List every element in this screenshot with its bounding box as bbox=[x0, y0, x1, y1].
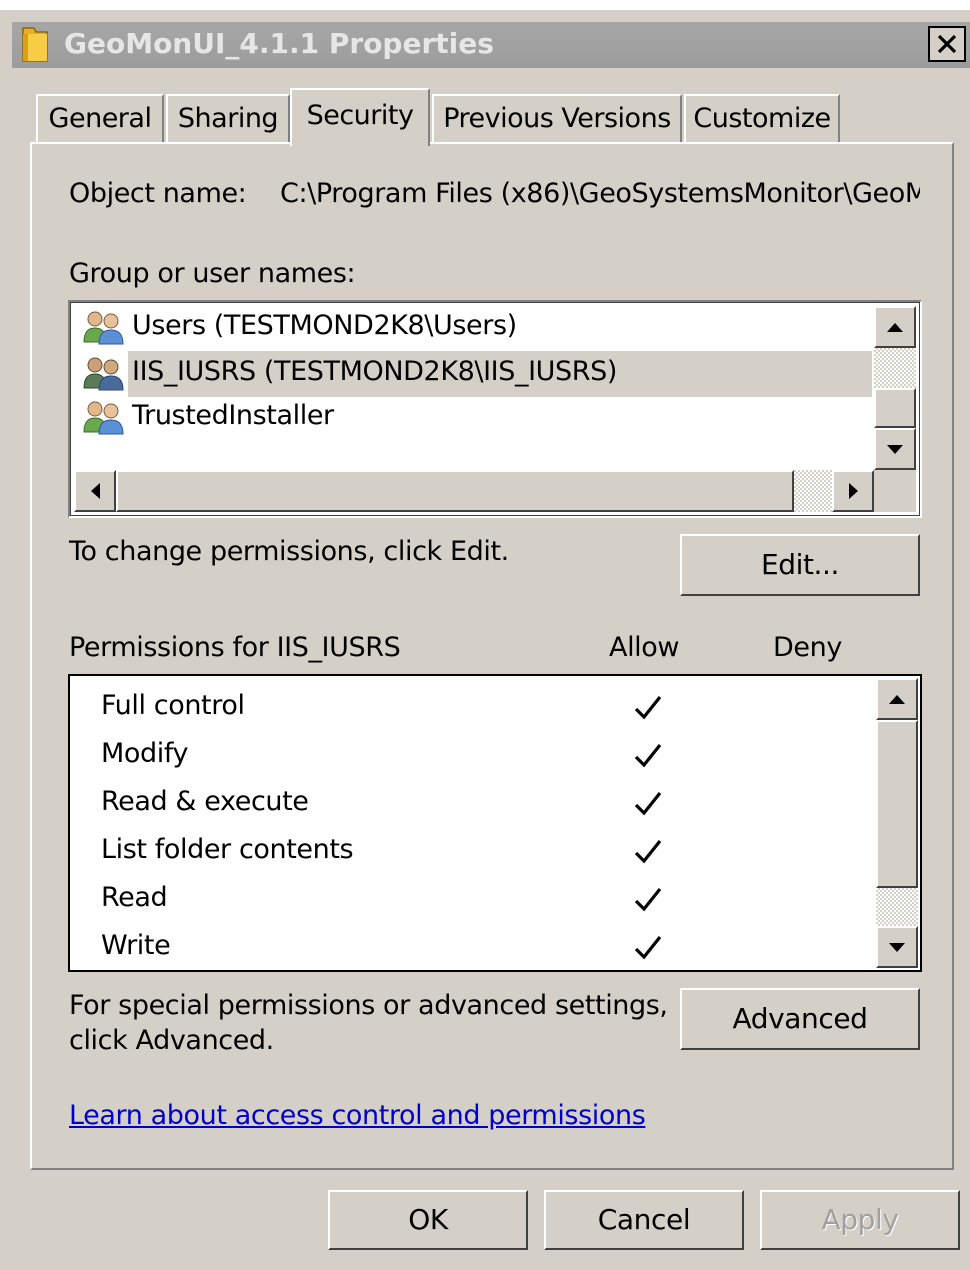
scrollbar-thumb[interactable] bbox=[116, 470, 794, 512]
user-group-icon bbox=[83, 357, 124, 391]
learn-access-control-link[interactable]: Learn about access control and permissio… bbox=[69, 1100, 646, 1131]
window-title: GeoMonUI_4.1.1 Properties bbox=[64, 27, 494, 60]
permission-name: List folder contents bbox=[101, 834, 354, 865]
apply-button[interactable]: Apply bbox=[760, 1190, 960, 1250]
advanced-hint-line2: click Advanced. bbox=[69, 1025, 274, 1056]
deny-column-header: Deny bbox=[773, 632, 842, 663]
tab-general[interactable]: General bbox=[36, 94, 164, 144]
ok-button[interactable]: OK bbox=[328, 1190, 528, 1250]
allow-check-icon bbox=[634, 744, 662, 768]
object-name-label: Object name: bbox=[69, 178, 247, 209]
permission-name: Full control bbox=[101, 690, 245, 721]
permission-name: Read bbox=[101, 882, 168, 913]
scrollbar-corner bbox=[874, 470, 916, 512]
scroll-up-button[interactable] bbox=[876, 678, 918, 720]
user-name: IIS_IUSRS (TESTMOND2K8\IIS_IUSRS) bbox=[132, 356, 617, 387]
allow-check-icon bbox=[634, 888, 662, 912]
scroll-right-button[interactable] bbox=[832, 470, 874, 512]
list-item-iis-iusrs[interactable]: IIS_IUSRS (TESTMOND2K8\IIS_IUSRS) bbox=[80, 351, 872, 397]
properties-dialog: { "window": { "title": "GeoMonUI_4.1.1 P… bbox=[0, 0, 970, 1270]
allow-column-header: Allow bbox=[609, 632, 680, 663]
arrow-down-icon bbox=[887, 444, 903, 454]
group-or-user-names-label: Group or user names: bbox=[69, 258, 356, 289]
scrollbar-thumb[interactable] bbox=[874, 388, 916, 428]
cancel-button[interactable]: Cancel bbox=[544, 1190, 744, 1250]
folder-icon bbox=[22, 27, 48, 62]
change-permissions-hint: To change permissions, click Edit. bbox=[69, 536, 509, 567]
permission-name: Modify bbox=[101, 738, 189, 769]
arrow-up-icon bbox=[887, 322, 903, 332]
advanced-button[interactable]: Advanced bbox=[680, 988, 920, 1050]
allow-check-icon bbox=[634, 936, 662, 960]
scroll-left-button[interactable] bbox=[74, 470, 116, 512]
scrollbar-thumb[interactable] bbox=[876, 720, 918, 888]
arrow-up-icon bbox=[889, 694, 905, 704]
user-name: TrustedInstaller bbox=[132, 400, 334, 431]
close-button[interactable] bbox=[928, 26, 966, 62]
user-name: Users (TESTMOND2K8\Users) bbox=[132, 310, 517, 341]
permissions-for-label: Permissions for IIS_IUSRS bbox=[69, 632, 401, 663]
scroll-up-button[interactable] bbox=[874, 306, 916, 348]
permission-name: Write bbox=[101, 930, 171, 961]
allow-check-icon bbox=[634, 792, 662, 816]
tab-security[interactable]: Security bbox=[290, 88, 430, 146]
tab-previous-versions[interactable]: Previous Versions bbox=[432, 94, 682, 144]
scroll-down-button[interactable] bbox=[874, 428, 916, 470]
arrow-left-icon bbox=[90, 483, 100, 499]
arrow-down-icon bbox=[889, 942, 905, 952]
list-item-users[interactable]: Users (TESTMOND2K8\Users) bbox=[80, 306, 872, 350]
advanced-hint-line1: For special permissions or advanced sett… bbox=[69, 990, 668, 1021]
user-group-icon bbox=[83, 311, 124, 345]
object-name-value: C:\Program Files (x86)\GeoSystemsMonitor… bbox=[280, 178, 920, 209]
list-item-trustedinstaller[interactable]: TrustedInstaller bbox=[80, 397, 872, 441]
allow-check-icon bbox=[634, 696, 662, 720]
tab-sharing[interactable]: Sharing bbox=[166, 94, 290, 144]
screen-background bbox=[0, 0, 970, 10]
scroll-down-button[interactable] bbox=[876, 926, 918, 968]
tab-customize[interactable]: Customize bbox=[684, 94, 840, 144]
arrow-right-icon bbox=[848, 483, 858, 499]
close-icon bbox=[937, 34, 957, 54]
edit-button[interactable]: Edit... bbox=[680, 534, 920, 596]
user-group-icon bbox=[83, 401, 124, 435]
permission-name: Read & execute bbox=[101, 786, 309, 817]
allow-check-icon bbox=[634, 840, 662, 864]
